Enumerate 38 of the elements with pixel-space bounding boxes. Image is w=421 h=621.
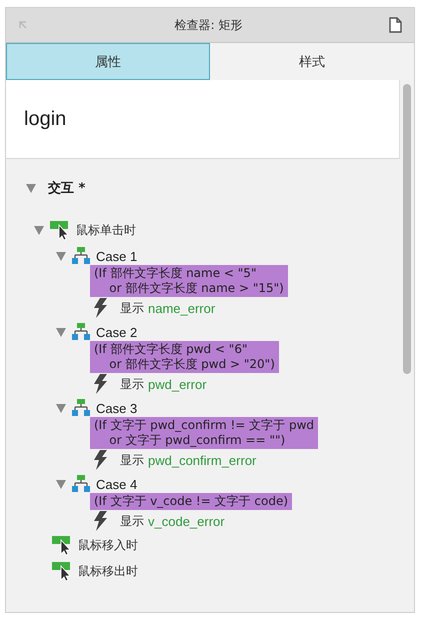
triangle-icon[interactable] (26, 184, 36, 192)
hierarchy-icon (72, 323, 90, 341)
widget-name[interactable]: login (24, 108, 66, 130)
case-title[interactable]: Case 4 (96, 476, 138, 492)
triangle-icon[interactable] (56, 480, 66, 488)
hierarchy-icon (72, 247, 90, 265)
hierarchy-icon (72, 399, 90, 417)
triangle-icon[interactable] (34, 226, 44, 234)
case-title[interactable]: Case 3 (96, 400, 138, 416)
triangle-icon[interactable] (56, 252, 66, 260)
condition-text: (If 文字于 pwd_confirm != 文字于 pwd or 文字于 pwd_confirm == "") (90, 417, 318, 449)
case-title[interactable]: Case 1 (96, 248, 138, 264)
cursor-flag-icon (52, 561, 72, 581)
hierarchy-icon (72, 475, 90, 493)
cursor-flag-icon (50, 220, 70, 240)
condition-text: (If 文字于 v_code != 文字于 code) (90, 493, 292, 510)
case-title[interactable]: Case 2 (96, 324, 138, 340)
lightning-icon (94, 511, 108, 531)
event-label[interactable]: 鼠标移出时 (78, 562, 138, 580)
condition-text: (If 部件文字长度 name < "5" or 部件文字长度 name > "15") (90, 265, 288, 297)
triangle-icon[interactable] (56, 328, 66, 336)
window-title: 检查器: 矩形 (174, 16, 244, 34)
action-label[interactable]: 显示 (120, 376, 144, 392)
section-title[interactable]: 交互 * (48, 179, 86, 197)
event-label[interactable]: 鼠标移入时 (78, 536, 138, 554)
triangle-icon[interactable] (56, 404, 66, 412)
condition-text: (If 部件文字长度 pwd < "6" or 部件文字长度 pwd > "20") (90, 341, 279, 373)
cursor-flag-icon (52, 535, 72, 555)
lightning-icon (94, 298, 108, 318)
action-label[interactable]: 显示 (120, 452, 144, 468)
event-label[interactable]: 鼠标单击时 (76, 222, 136, 238)
scrollbar-thumb[interactable] (403, 84, 411, 374)
action-label[interactable]: 显示 (120, 512, 144, 530)
lightning-icon (94, 374, 108, 394)
document-icon[interactable] (389, 17, 402, 33)
action-label[interactable]: 显示 (120, 300, 144, 316)
lightning-icon (94, 450, 108, 470)
tab[interactable]: 属性 (6, 43, 210, 80)
